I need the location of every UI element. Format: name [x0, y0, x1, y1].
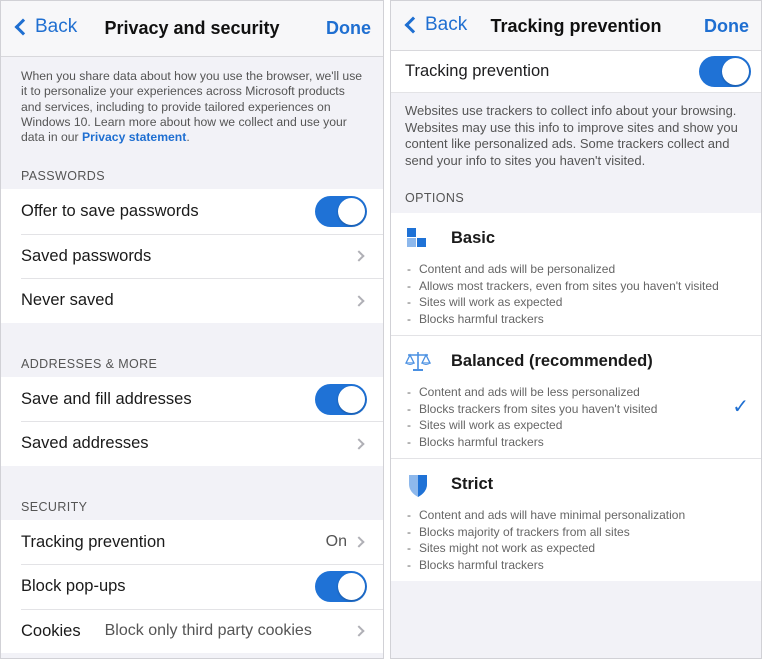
saved-addresses-row[interactable]: Saved addresses	[1, 421, 383, 466]
chevron-right-icon	[353, 438, 365, 450]
basic-icon	[405, 226, 431, 250]
chevron-right-icon	[353, 536, 365, 548]
row-label: Never saved	[21, 291, 114, 310]
section-header-options: OPTIONS	[405, 191, 465, 206]
block-popups-row[interactable]: Block pop-ups	[1, 564, 383, 609]
list-item: Blocks harmful trackers	[405, 434, 747, 451]
toggle-knob	[338, 385, 365, 413]
option-details: Content and ads will be less personalize…	[405, 384, 747, 450]
tracking-prevention-screen: Back Tracking prevention Done Tracking p…	[390, 0, 762, 659]
nav-bar: Back Tracking prevention Done	[391, 1, 761, 51]
list-item: Content and ads will have minimal person…	[405, 507, 747, 524]
toggle-knob	[338, 198, 365, 226]
list-item: Blocks harmful trackers	[405, 311, 747, 328]
option-details: Content and ads will have minimal person…	[405, 507, 747, 573]
offer-save-passwords-toggle[interactable]	[315, 196, 367, 228]
back-button[interactable]: Back	[13, 16, 77, 38]
privacy-statement-link[interactable]: Privacy statement	[82, 130, 186, 144]
intro-text: When you share data about how you use th…	[21, 69, 363, 145]
option-header: Strict	[405, 469, 747, 499]
back-label: Back	[35, 16, 78, 37]
section-header-addresses: ADDRESSES & MORE	[21, 356, 158, 371]
row-label: Saved addresses	[21, 434, 149, 453]
row-label: Save and fill addresses	[21, 389, 192, 408]
option-header: Balanced (recommended)	[404, 346, 747, 376]
save-fill-addresses-row[interactable]: Save and fill addresses	[1, 377, 383, 422]
section-header-security: SECURITY	[21, 499, 88, 514]
list-item: Blocks harmful trackers	[405, 557, 747, 574]
row-label: Tracking prevention	[21, 532, 166, 551]
scale-icon	[404, 349, 432, 373]
tracking-prevention-row[interactable]: Tracking prevention On	[1, 520, 383, 565]
saved-passwords-row[interactable]: Saved passwords	[1, 233, 383, 279]
privacy-security-screen: Back Privacy and security Done When you …	[0, 0, 384, 659]
list-item: Allows most trackers, even from sites yo…	[405, 278, 747, 295]
chevron-right-icon	[353, 250, 365, 262]
option-balanced[interactable]: Balanced (recommended) Content and ads w…	[391, 336, 761, 460]
option-title: Strict	[451, 474, 494, 493]
list-item: Blocks majority of trackers from all sit…	[405, 524, 747, 541]
chevron-left-icon	[14, 18, 32, 36]
done-button[interactable]: Done	[704, 16, 749, 37]
nav-bar: Back Privacy and security Done	[1, 1, 383, 57]
option-basic[interactable]: Basic Content and ads will be personaliz…	[391, 213, 761, 337]
security-group: Tracking prevention On Block pop-ups Coo…	[1, 519, 383, 654]
chevron-right-icon	[353, 295, 365, 307]
option-header: Basic	[405, 223, 747, 253]
row-label: Tracking prevention	[405, 62, 550, 80]
privacy-intro: When you share data about how you use th…	[1, 57, 383, 157]
list-item: Blocks trackers from sites you haven't v…	[405, 401, 747, 418]
chevron-right-icon	[353, 625, 365, 637]
tracking-prevention-toggle[interactable]	[699, 56, 751, 87]
row-label: Offer to save passwords	[21, 202, 199, 221]
done-button[interactable]: Done	[326, 18, 371, 39]
shield-icon	[405, 472, 431, 498]
option-details: Content and ads will be personalized All…	[405, 261, 747, 327]
list-item: Sites might not work as expected	[405, 540, 747, 557]
row-label: Block pop-ups	[21, 577, 126, 596]
passwords-group: Offer to save passwords Saved passwords …	[1, 189, 383, 323]
addresses-group: Save and fill addresses Saved addresses	[1, 376, 383, 466]
checkmark-icon: ✓	[732, 396, 749, 419]
section-header-passwords: PASSWORDS	[21, 169, 105, 184]
list-item: Content and ads will be personalized	[405, 261, 747, 278]
back-label: Back	[425, 14, 468, 35]
row-label: Cookies	[21, 621, 81, 640]
block-popups-toggle[interactable]	[315, 571, 367, 603]
offer-save-passwords-row[interactable]: Offer to save passwords	[1, 189, 383, 234]
intro-end: .	[186, 130, 190, 145]
save-fill-addresses-toggle[interactable]	[315, 383, 367, 415]
tracking-description: Websites use trackers to collect info ab…	[405, 103, 738, 168]
option-strict[interactable]: Strict Content and ads will have minimal…	[391, 459, 761, 582]
list-item: Sites will work as expected	[405, 294, 747, 311]
toggle-knob	[722, 58, 749, 85]
option-title: Basic	[451, 228, 496, 247]
list-item: Sites will work as expected	[405, 417, 747, 434]
tracking-prevention-value: On	[325, 533, 347, 551]
back-button[interactable]: Back	[403, 14, 467, 36]
option-title: Balanced (recommended)	[451, 351, 653, 370]
cookies-row[interactable]: Cookies Block only third party cookies	[1, 608, 383, 654]
list-item: Content and ads will be less personalize…	[405, 384, 747, 401]
cookies-value: Block only third party cookies	[104, 622, 312, 640]
never-saved-row[interactable]: Never saved	[1, 278, 383, 323]
tracking-prevention-master-row[interactable]: Tracking prevention	[391, 51, 761, 93]
row-label: Saved passwords	[21, 246, 152, 265]
toggle-knob	[338, 573, 365, 601]
chevron-left-icon	[404, 16, 422, 34]
